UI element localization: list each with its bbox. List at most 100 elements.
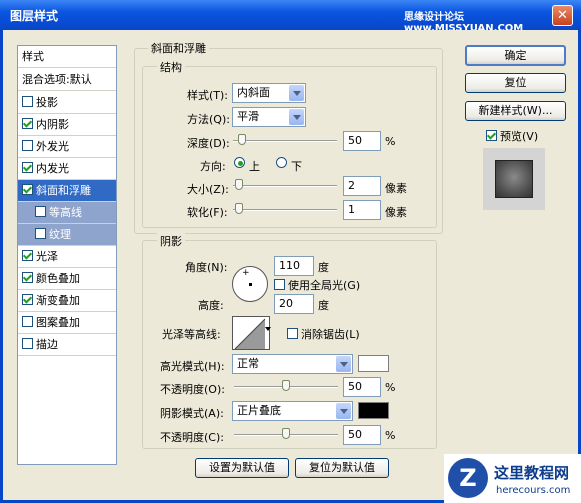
preview-swatch [495,160,533,198]
angle-center [249,283,252,286]
angle-dial[interactable]: + [232,266,268,302]
direction-up-label: 上 [249,160,260,173]
soften-input[interactable]: 1 [343,200,381,220]
checkbox-icon[interactable] [22,96,33,107]
style-item[interactable]: 渐变叠加 [18,290,116,312]
checkbox-icon[interactable] [22,338,33,349]
style-item-label: 外发光 [36,140,69,153]
soften-slider-thumb[interactable] [234,203,243,214]
shadow-color-swatch[interactable] [358,402,389,419]
style-item[interactable]: 光泽 [18,246,116,268]
angle-unit: 度 [318,261,329,274]
highlight-color-swatch[interactable] [358,355,389,372]
highlight-mode-select[interactable]: 正常 [232,354,353,374]
logo-name: 这里教程网 [494,464,570,482]
gloss-contour-label: 光泽等高线: [162,328,221,341]
size-input[interactable]: 2 [343,176,381,196]
altitude-unit: 度 [318,299,329,312]
style-item[interactable]: 内阴影 [18,114,116,136]
style-item[interactable]: 颜色叠加 [18,268,116,290]
style-item-label: 斜面和浮雕 [36,184,91,197]
altitude-input[interactable]: 20 [274,294,314,314]
depth-slider-thumb[interactable] [237,134,246,145]
shadow-mode-select[interactable]: 正片叠底 [232,401,353,421]
checkbox-icon[interactable] [22,140,33,151]
highlight-opacity-label: 不透明度(O): [160,383,225,396]
checkbox-icon [486,130,497,141]
preview-checkbox[interactable]: 预览(V) [486,128,538,144]
reset-default-button[interactable]: 复位为默认值 [295,458,389,478]
size-slider-thumb[interactable] [234,179,243,190]
style-item[interactable]: 图案叠加 [18,312,116,334]
checkbox-icon[interactable] [35,206,46,217]
shadow-opacity-slider-thumb[interactable] [282,428,290,439]
direction-label: 方向: [200,160,226,173]
style-list: 样式 混合选项:默认 投影 内阴影外发光内发光斜面和浮雕等高线 纹理光泽颜色叠加 渐变… [17,45,117,465]
gloss-contour-dropdown[interactable] [264,322,273,336]
checkbox-icon[interactable] [35,228,46,239]
highlight-mode-label: 高光模式(H): [160,360,225,373]
direction-up-radio[interactable] [234,157,245,168]
reset-button[interactable]: 复位 [465,73,566,93]
chevron-down-icon [336,356,351,372]
chevron-down-icon [289,85,304,101]
shadow-opacity-unit: % [385,429,396,442]
checkbox-icon[interactable] [22,272,33,283]
style-label: 样式(T): [187,89,229,102]
ok-button[interactable]: 确定 [465,45,566,66]
blend-options-item[interactable]: 混合选项:默认 [18,69,116,91]
close-button[interactable]: ✕ [552,5,573,26]
style-item[interactable]: 纹理 [18,224,116,246]
set-default-button[interactable]: 设置为默认值 [195,458,289,478]
shadow-opacity-label: 不透明度(C): [160,431,224,444]
style-item-label: 内发光 [36,162,69,175]
style-list-header[interactable]: 样式 [18,46,116,68]
style-preview [483,148,545,210]
style-item[interactable]: 投影 [18,92,116,114]
shadow-opacity-input[interactable]: 50 [343,425,381,445]
shading-title: 阴影 [157,233,185,249]
highlight-opacity-slider-thumb[interactable] [282,380,290,391]
bevel-emboss-title: 斜面和浮雕 [148,40,209,56]
technique-select[interactable]: 平滑 [232,107,306,127]
depth-slider-track[interactable] [233,140,337,142]
soften-slider-track[interactable] [233,209,337,211]
global-light-checkbox[interactable]: 使用全局光(G) [274,277,360,293]
depth-input[interactable]: 50 [343,131,381,151]
style-item[interactable]: 描边 [18,334,116,356]
size-slider-track[interactable] [233,185,337,187]
checkbox-icon[interactable] [22,118,33,129]
checkbox-icon[interactable] [22,294,33,305]
angle-input[interactable]: 110 [274,256,314,276]
style-select[interactable]: 内斜面 [232,83,306,103]
style-item-label: 图案叠加 [36,316,80,329]
new-style-button[interactable]: 新建样式(W)... [465,101,566,121]
soften-unit: 像素 [385,206,407,219]
checkbox-icon[interactable] [22,250,33,261]
logo-emblem-icon: Z [448,458,488,498]
style-item-label: 描边 [36,338,58,351]
style-item[interactable]: 斜面和浮雕 [18,180,116,202]
angle-pointer-icon: + [242,268,250,278]
anti-alias-checkbox[interactable]: 消除锯齿(L) [287,326,360,342]
close-icon: ✕ [557,8,568,23]
checkbox-icon[interactable] [22,184,33,195]
depth-label: 深度(D): [187,137,230,150]
highlight-opacity-unit: % [385,381,396,394]
highlight-opacity-input[interactable]: 50 [343,377,381,397]
direction-down-radio[interactable] [276,157,287,168]
checkbox-icon[interactable] [22,316,33,327]
altitude-label: 高度: [198,299,224,312]
checkbox-icon [274,279,285,290]
chevron-down-icon [336,403,351,419]
checkbox-icon[interactable] [22,162,33,173]
checkbox-icon [287,328,298,339]
style-item[interactable]: 内发光 [18,158,116,180]
soften-label: 软化(F): [187,206,228,219]
size-unit: 像素 [385,182,407,195]
style-item-label: 光泽 [36,250,58,263]
chevron-down-icon [265,327,271,331]
style-item[interactable]: 等高线 [18,202,116,224]
structure-title: 结构 [157,59,185,75]
style-item[interactable]: 外发光 [18,136,116,158]
